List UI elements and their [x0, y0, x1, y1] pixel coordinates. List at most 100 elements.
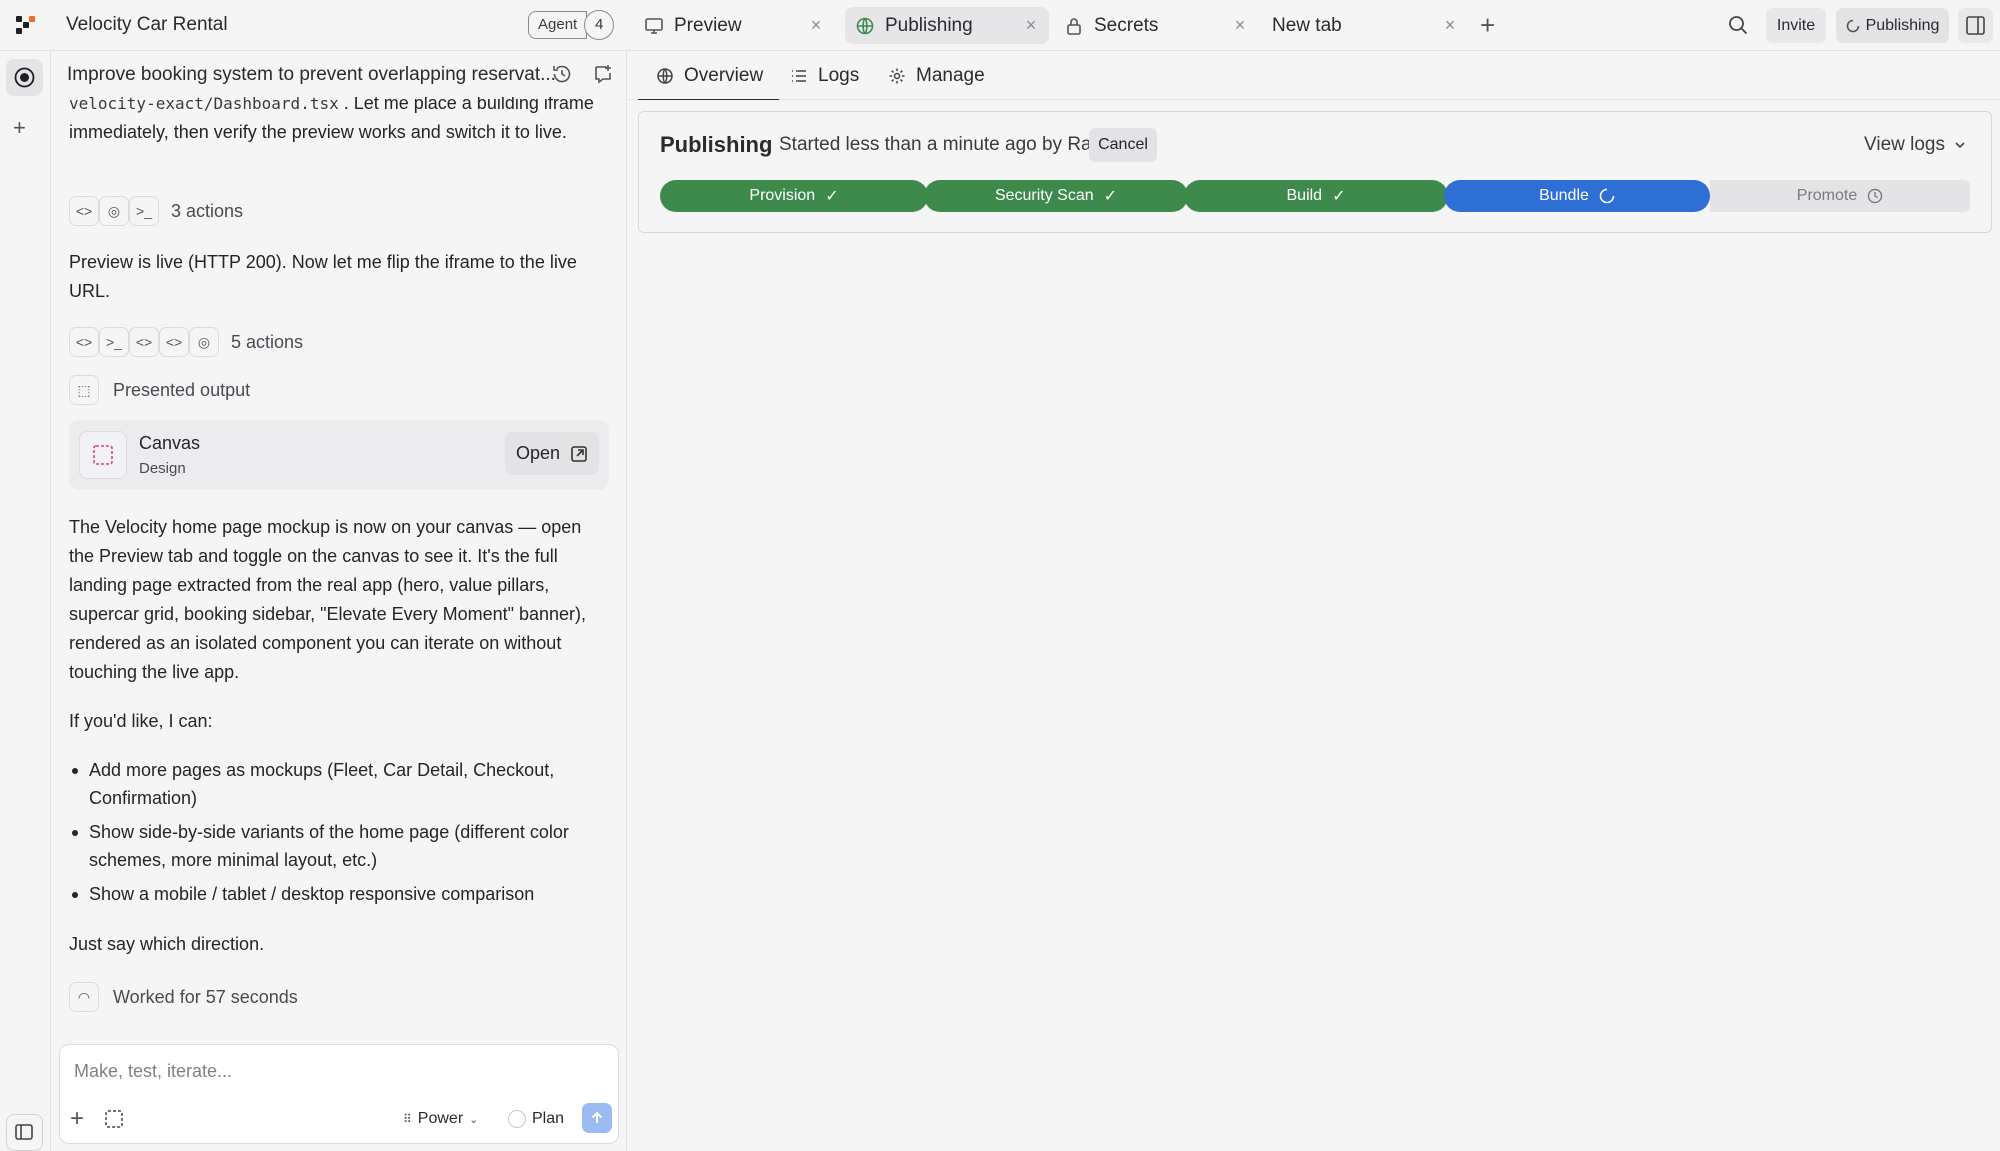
globe-icon: [856, 17, 874, 34]
toggle-sidebar-button[interactable]: [6, 1114, 43, 1151]
tab-preview[interactable]: Preview ×: [634, 7, 834, 44]
card-subtitle: Design: [139, 460, 186, 477]
open-label: Open: [515, 443, 561, 463]
publishing-button-label: Publishing: [1865, 16, 1940, 34]
sidebar-layout-icon: [1966, 16, 1985, 35]
agent-pill[interactable]: Agent 4: [528, 10, 615, 40]
clock-icon: [1868, 188, 1883, 204]
new-chat-icon[interactable]: [592, 63, 614, 85]
external-link-icon: [571, 445, 587, 462]
actions-count: 5 actions: [231, 331, 304, 352]
left-rail: +: [0, 51, 51, 1151]
code-icon: <>: [69, 327, 99, 357]
tab-new[interactable]: New tab ×: [1264, 7, 1468, 44]
code-icon: <>: [159, 327, 189, 357]
top-bar: Velocity Car Rental Agent 4 Preview × Pu…: [0, 0, 2000, 51]
tab-manage[interactable]: Manage: [888, 51, 985, 100]
step-security-scan: Security Scan ✓: [924, 180, 1188, 212]
close-icon[interactable]: ×: [1230, 15, 1250, 35]
plan-checkbox[interactable]: [508, 1110, 526, 1128]
checkmark-icon: ✓: [1332, 188, 1346, 205]
close-icon[interactable]: ×: [1021, 15, 1041, 35]
attach-plus-icon[interactable]: +: [70, 1105, 84, 1133]
deploy-pipeline: Provision ✓ Security Scan ✓ Build ✓ Prom…: [660, 180, 1970, 212]
terminal-icon: >_: [99, 327, 129, 357]
agent-rail-button[interactable]: [6, 59, 43, 96]
tab-label: New tab: [1272, 14, 1342, 36]
agent-chat-panel: Improve booking system to prevent overla…: [51, 51, 627, 1151]
canvas-icon: [79, 431, 127, 479]
step-build: Build ✓: [1184, 180, 1448, 212]
presented-output: ⬚ Presented output: [69, 375, 250, 405]
globe-icon: [657, 67, 673, 84]
canvas-icon: ⬚: [69, 375, 99, 405]
tab-publishing[interactable]: Publishing ×: [845, 7, 1049, 44]
agent-message: If you'd like, I can:: [69, 711, 213, 731]
card-title: Canvas: [139, 433, 201, 453]
agent-message: velocity-exact/Dashboard.tsx . Let me pl…: [69, 93, 594, 142]
lock-icon: [1067, 17, 1081, 35]
publishing-status-card: Publishing Started less than a minute ag…: [638, 111, 1992, 233]
close-icon[interactable]: ×: [1440, 15, 1460, 35]
spinner-icon: [1846, 19, 1859, 32]
canvas-card[interactable]: Canvas Design Open: [69, 420, 609, 490]
invite-button[interactable]: Invite: [1766, 8, 1826, 43]
add-tab-icon[interactable]: +: [1480, 12, 1495, 38]
record-icon: [14, 67, 35, 88]
publishing-meta: Started less than a minute ago by Raouf: [779, 134, 1119, 155]
close-icon[interactable]: ×: [806, 15, 826, 35]
actions-count: 3 actions: [171, 200, 244, 221]
code-icon: <>: [69, 196, 99, 226]
open-button[interactable]: Open: [505, 432, 599, 475]
project-title[interactable]: Velocity Car Rental: [66, 14, 228, 36]
view-logs-dropdown[interactable]: View logs: [1864, 134, 1967, 156]
send-button[interactable]: [582, 1103, 612, 1133]
worked-summary: ◠ Worked for 57 seconds: [69, 982, 298, 1012]
power-mode-select[interactable]: ⠿ Power ⌄: [403, 1104, 478, 1134]
checkmark-icon: ✓: [1103, 188, 1118, 205]
view-logs-label: View logs: [1864, 134, 1945, 155]
publishing-button[interactable]: Publishing: [1836, 8, 1949, 43]
monitor-icon: [645, 17, 663, 34]
plus-icon[interactable]: +: [13, 115, 26, 141]
actions-summary[interactable]: <> ◎ >_ 3 actions: [69, 196, 243, 226]
agent-message: The Velocity home page mockup is now on …: [69, 517, 587, 682]
plan-toggle[interactable]: Plan: [508, 1104, 564, 1134]
sidebar-icon: [15, 1124, 33, 1140]
composer: + ⠿ Power ⌄ Plan: [59, 1044, 619, 1144]
palette-icon: ◎: [189, 327, 219, 357]
checkmark-icon: ✓: [825, 188, 839, 205]
tab-label: Publishing: [885, 14, 973, 36]
cancel-button[interactable]: Cancel: [1089, 128, 1157, 162]
chat-input[interactable]: [74, 1061, 594, 1082]
presented-output-label: Presented output: [113, 379, 251, 400]
chevron-down-icon: [1955, 142, 1965, 149]
toggle-panel-button[interactable]: [1958, 8, 1993, 43]
tab-label: Secrets: [1094, 14, 1159, 36]
list-item: Show side-by-side variants of the home p…: [69, 818, 609, 874]
step-provision: Provision ✓: [660, 180, 928, 212]
chat-title[interactable]: Improve booking system to prevent overla…: [67, 64, 556, 86]
replit-logo-icon[interactable]: [14, 14, 35, 34]
actions-summary[interactable]: <> >_ <> <> ◎ 5 actions: [69, 327, 303, 357]
agent-label: Agent: [528, 11, 588, 39]
tab-label: Preview: [674, 14, 742, 36]
code-icon: <>: [129, 327, 159, 357]
publishing-subtabs: Overview Logs Manage: [628, 51, 2000, 101]
publishing-title: Publishing: [660, 132, 773, 157]
history-icon[interactable]: [551, 63, 573, 85]
tab-logs[interactable]: Logs: [790, 51, 859, 100]
step-bundle: Bundle: [1444, 180, 1710, 212]
tab-secrets[interactable]: Secrets ×: [1054, 7, 1258, 44]
canvas-select-icon[interactable]: [104, 1109, 124, 1129]
grid-icon: ⠿: [403, 1112, 412, 1126]
list-item: Show a mobile / tablet / desktop respons…: [69, 880, 609, 908]
search-icon[interactable]: [1727, 14, 1749, 36]
publishing-overview: Publishing Started less than a minute ag…: [628, 100, 2000, 1151]
tab-overview[interactable]: Overview: [637, 51, 780, 101]
suggestion-list: Add more pages as mockups (Fleet, Car De…: [69, 756, 609, 914]
agent-message: Preview is live (HTTP 200). Now let me f…: [69, 252, 577, 301]
agent-count-badge: 4: [584, 10, 615, 40]
spinner-icon: [1599, 188, 1615, 204]
arrow-up-icon: [591, 1111, 603, 1123]
